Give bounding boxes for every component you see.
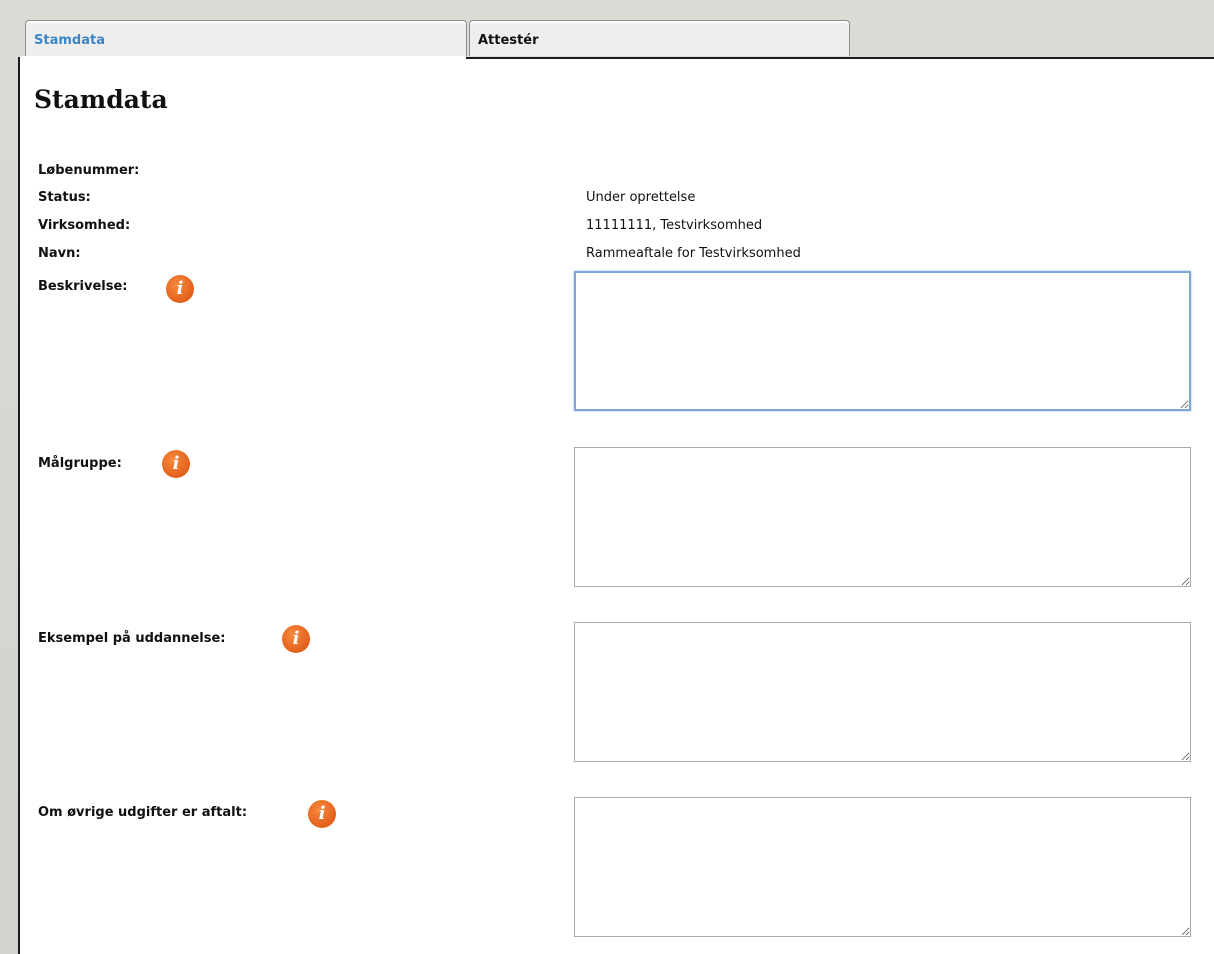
status-value: Under oprettelse <box>586 190 696 205</box>
info-icon[interactable]: i <box>282 625 310 653</box>
stamdata-panel: Stamdata Løbenummer: Status: Under opret… <box>18 57 1214 954</box>
info-icon[interactable]: i <box>308 800 336 828</box>
navn-label: Navn: <box>38 246 81 261</box>
tab-label: Attestér <box>478 33 539 48</box>
eksempel-label: Eksempel på uddannelse: <box>38 631 226 646</box>
beskrivelse-label: Beskrivelse: <box>38 279 128 294</box>
lobenummer-label: Løbenummer: <box>38 163 140 178</box>
ovrige-udgifter-label: Om øvrige udgifter er aftalt: <box>38 805 248 820</box>
tab-attester[interactable]: Attestér <box>469 20 850 56</box>
status-label: Status: <box>38 190 91 205</box>
ovrige-udgifter-textarea[interactable] <box>574 797 1191 937</box>
active-tab-joint <box>20 56 466 60</box>
virksomhed-value: 11111111, Testvirksomhed <box>586 218 763 233</box>
malgruppe-textarea[interactable] <box>574 447 1191 587</box>
info-icon[interactable]: i <box>166 275 194 303</box>
window-background: Stamdata Attestér Stamdata Løbenummer: S… <box>0 0 1214 954</box>
navn-value: Rammeaftale for Testvirksomhed <box>586 246 801 261</box>
virksomhed-label: Virksomhed: <box>38 218 131 233</box>
tab-label: Stamdata <box>34 33 105 48</box>
beskrivelse-textarea[interactable] <box>574 271 1191 411</box>
eksempel-textarea[interactable] <box>574 622 1191 762</box>
page-title: Stamdata <box>34 85 168 114</box>
tab-stamdata[interactable]: Stamdata <box>25 20 467 56</box>
malgruppe-label: Målgruppe: <box>38 456 122 471</box>
info-icon[interactable]: i <box>162 450 190 478</box>
